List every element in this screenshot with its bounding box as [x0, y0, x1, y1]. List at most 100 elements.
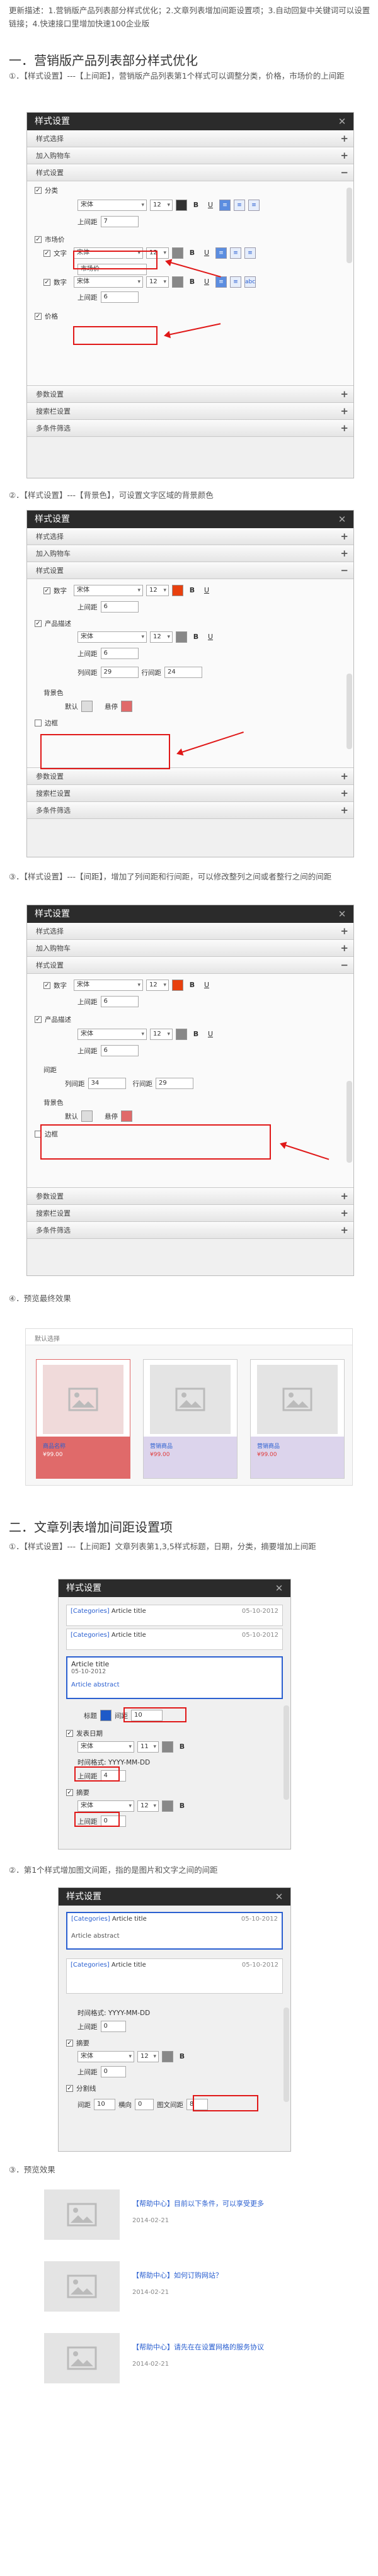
color-swatch[interactable]: [172, 980, 183, 991]
gap-input[interactable]: 10: [94, 2099, 115, 2110]
size-select[interactable]: 12: [137, 2051, 159, 2062]
size-select[interactable]: 12: [150, 200, 173, 211]
col-spacing-input[interactable]: 29: [100, 667, 139, 678]
number-checkbox[interactable]: ✓: [43, 981, 50, 989]
bold-button[interactable]: B: [186, 980, 198, 991]
font-select[interactable]: 宋体: [77, 631, 147, 643]
article-style-3[interactable]: Article title 05-10-2012 Article abstract: [66, 1656, 283, 1699]
acc-filter[interactable]: 多条件筛选 +: [27, 420, 353, 437]
align-center-icon[interactable]: ≡: [230, 247, 241, 259]
desc-checkbox[interactable]: ✓: [35, 619, 42, 627]
acc-add-cart[interactable]: 加入购物车 +: [27, 545, 353, 562]
article-style-2[interactable]: [Categories] Article title 05-10-2012: [66, 1629, 283, 1650]
top-spacing-input[interactable]: 7: [100, 216, 139, 227]
default-color-swatch[interactable]: [81, 1110, 93, 1122]
article-preview-item[interactable]: 【帮助中心】如何订购网站？ 2014-02-21: [44, 2254, 340, 2312]
article-style-1[interactable]: [Categories] Article title 05-10-2012 Arti…: [66, 1912, 283, 1950]
product-card-3[interactable]: 营销商品 ¥99.00: [250, 1359, 345, 1479]
date-format-select[interactable]: 时间格式: YYYY-MM-DD: [77, 1758, 150, 1767]
font-select[interactable]: 宋体: [74, 585, 143, 596]
acc-filter[interactable]: 多条件筛选 +: [27, 802, 353, 819]
font-select[interactable]: 宋体: [77, 2051, 134, 2062]
size-select[interactable]: 12: [146, 980, 169, 991]
close-icon[interactable]: ✕: [274, 1892, 284, 1902]
align-center-icon[interactable]: ≡: [230, 276, 241, 288]
underline-button[interactable]: U: [205, 200, 216, 211]
top-spacing-input[interactable]: 6: [100, 291, 139, 303]
font-select[interactable]: 宋体: [77, 1029, 147, 1040]
size-select[interactable]: 12: [150, 1029, 173, 1040]
acc-style-settings[interactable]: 样式设置 −: [27, 957, 353, 974]
bold-button[interactable]: B: [176, 1800, 188, 1812]
acc-filter[interactable]: 多条件筛选 +: [27, 1222, 353, 1239]
product-card-1[interactable]: 商品名称 ¥99.00: [36, 1359, 130, 1479]
horizontal-input[interactable]: 0: [135, 2099, 154, 2110]
article-title[interactable]: 【帮助中心】请先在在设置网格的服务协议: [132, 2342, 264, 2352]
underline-button[interactable]: U: [201, 247, 212, 259]
article-style-1[interactable]: [Categories] Article title 05-10-2012: [66, 1605, 283, 1626]
acc-style-select[interactable]: 样式选择 +: [27, 130, 353, 147]
color-swatch[interactable]: [176, 200, 187, 211]
close-icon[interactable]: ✕: [337, 116, 347, 127]
color-swatch[interactable]: [176, 1029, 187, 1040]
bold-button[interactable]: B: [190, 200, 202, 211]
acc-params[interactable]: 参数设置 +: [27, 768, 353, 785]
align-right-icon[interactable]: ≡: [248, 200, 260, 211]
color-swatch[interactable]: [176, 631, 187, 643]
size-select[interactable]: 11: [137, 1741, 159, 1753]
underline-button[interactable]: U: [205, 631, 216, 643]
acc-add-cart[interactable]: 加入购物车 +: [27, 940, 353, 957]
hover-color-swatch[interactable]: [121, 701, 132, 712]
article-preview-item[interactable]: 【帮助中心】目前以下条件，可以享受更多 2014-02-21: [44, 2182, 340, 2240]
size-select[interactable]: 12: [146, 585, 169, 596]
color-swatch[interactable]: [100, 1710, 112, 1721]
hover-color-swatch[interactable]: [121, 1110, 132, 1122]
font-select[interactable]: 宋体: [77, 1800, 134, 1812]
font-select[interactable]: 宋体: [77, 200, 147, 211]
acc-add-cart[interactable]: 加入购物车 +: [27, 147, 353, 164]
top-spacing-input[interactable]: 6: [100, 1045, 139, 1056]
bold-button[interactable]: B: [190, 1029, 202, 1040]
underline-button[interactable]: U: [205, 1029, 216, 1040]
price-checkbox[interactable]: ✓: [35, 312, 42, 320]
close-icon[interactable]: ✕: [274, 1583, 284, 1593]
bold-button[interactable]: B: [176, 2051, 188, 2062]
align-left-icon[interactable]: ≡: [215, 276, 227, 288]
acc-params[interactable]: 参数设置 +: [27, 386, 353, 403]
price-checkbox[interactable]: ✓: [35, 235, 42, 243]
acc-style-settings[interactable]: 样式设置 −: [27, 164, 353, 181]
size-select[interactable]: 12: [137, 1800, 159, 1812]
top-spacing-input[interactable]: 6: [100, 996, 139, 1007]
bold-button[interactable]: B: [186, 247, 198, 259]
close-icon[interactable]: ✕: [337, 514, 347, 524]
abstract-checkbox[interactable]: ✓: [66, 1788, 73, 1796]
size-select[interactable]: 12: [150, 631, 173, 643]
align-center-icon[interactable]: ≡: [234, 200, 245, 211]
date-format-select[interactable]: 时间格式: YYYY-MM-DD: [77, 2008, 150, 2018]
color-swatch[interactable]: [162, 2051, 173, 2062]
desc-checkbox[interactable]: ✓: [35, 1015, 42, 1023]
strike-icon[interactable]: abc: [244, 276, 256, 288]
bold-button[interactable]: B: [176, 1741, 188, 1753]
color-swatch[interactable]: [162, 1800, 173, 1812]
abstract-checkbox[interactable]: ✓: [66, 2039, 73, 2047]
col-spacing-input[interactable]: 34: [88, 1078, 126, 1089]
font-select[interactable]: 宋体: [77, 1741, 134, 1753]
align-right-icon[interactable]: ≡: [244, 247, 256, 259]
category-checkbox[interactable]: ✓: [35, 186, 42, 194]
acc-search[interactable]: 搜索栏设置 +: [27, 785, 353, 802]
size-select[interactable]: 12: [146, 276, 169, 288]
article-title[interactable]: 【帮助中心】目前以下条件，可以享受更多: [132, 2198, 264, 2208]
color-swatch[interactable]: [172, 247, 183, 259]
close-icon[interactable]: ✕: [337, 909, 347, 919]
color-swatch[interactable]: [172, 585, 183, 596]
article-style-2[interactable]: [Categories] Article title 05-10-2012: [66, 1958, 283, 1994]
acc-params[interactable]: 参数设置 +: [27, 1188, 353, 1205]
divider-checkbox[interactable]: ✓: [66, 2084, 73, 2092]
article-title[interactable]: 【帮助中心】如何订购网站？: [132, 2270, 222, 2280]
number-checkbox[interactable]: ✓: [43, 278, 50, 286]
underline-button[interactable]: U: [201, 980, 212, 991]
row-spacing-input[interactable]: 24: [164, 667, 202, 678]
acc-style-select[interactable]: 样式选择 +: [27, 923, 353, 940]
bold-button[interactable]: B: [186, 276, 198, 288]
